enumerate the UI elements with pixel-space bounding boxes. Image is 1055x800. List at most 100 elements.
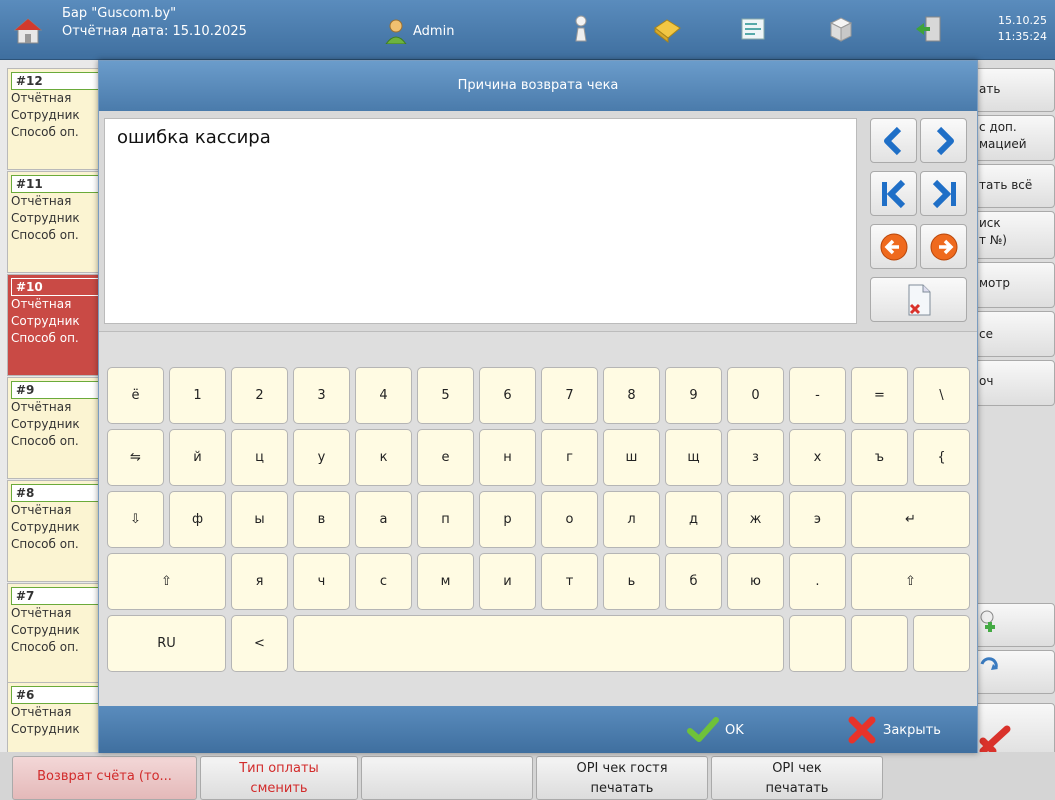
key[interactable]: е	[417, 429, 474, 486]
key[interactable]: а	[355, 491, 412, 548]
cursor-end-button[interactable]	[920, 171, 967, 216]
key[interactable]: 1	[169, 367, 226, 424]
key[interactable]: я	[231, 553, 288, 610]
pawn-icon[interactable]	[566, 14, 596, 44]
shift-right-key[interactable]: ⇧	[851, 553, 970, 610]
cursor-home-button[interactable]	[870, 171, 917, 216]
key[interactable]: 7	[541, 367, 598, 424]
receipt-item-8[interactable]: #8 Отчётная Сотрудник Способ оп.	[7, 480, 100, 582]
return-bill-button[interactable]: Возврат счёта (то...	[12, 756, 197, 800]
user-icon	[385, 19, 407, 44]
key[interactable]: б	[665, 553, 722, 610]
key[interactable]: ь	[603, 553, 660, 610]
tab-key[interactable]: ⇋	[107, 429, 164, 486]
receipt-item-9[interactable]: #9 Отчётная Сотрудник Способ оп.	[7, 377, 100, 479]
blank-key[interactable]	[789, 615, 846, 672]
right-action-button[interactable]: иск т №)	[972, 211, 1055, 259]
clear-text-button[interactable]	[870, 277, 967, 322]
key[interactable]: -	[789, 367, 846, 424]
key[interactable]: ш	[603, 429, 660, 486]
blank-key[interactable]	[851, 615, 908, 672]
box-icon[interactable]	[826, 14, 856, 44]
home-icon[interactable]	[14, 17, 42, 45]
receipt-item-7[interactable]: #7 Отчётная Сотрудник Способ оп.	[7, 583, 100, 685]
print-opi-guest-button[interactable]: OPI чек гостя печатать	[536, 756, 708, 800]
key[interactable]: и	[479, 553, 536, 610]
right-action-button[interactable]: тать всё	[972, 164, 1055, 208]
key[interactable]: э	[789, 491, 846, 548]
right-action-button[interactable]: оч	[972, 360, 1055, 406]
blank-key[interactable]	[913, 615, 970, 672]
key[interactable]: у	[293, 429, 350, 486]
exit-icon[interactable]	[914, 14, 944, 44]
key[interactable]: \	[913, 367, 970, 424]
right-action-button[interactable]: се	[972, 311, 1055, 357]
user-button[interactable]: Admin	[385, 18, 454, 44]
key[interactable]: {	[913, 429, 970, 486]
key[interactable]: т	[541, 553, 598, 610]
key[interactable]: ы	[231, 491, 288, 548]
key[interactable]: 3	[293, 367, 350, 424]
cursor-left-button[interactable]	[870, 118, 917, 163]
key[interactable]: р	[479, 491, 536, 548]
add-button[interactable]	[972, 603, 1055, 647]
key[interactable]: ж	[727, 491, 784, 548]
key[interactable]: 4	[355, 367, 412, 424]
close-button[interactable]: Закрыть	[847, 714, 941, 746]
receipt-number: #9	[11, 381, 99, 399]
ok-button[interactable]: OK	[687, 714, 744, 746]
key[interactable]: щ	[665, 429, 722, 486]
backspace-key[interactable]: <	[231, 615, 288, 672]
key[interactable]: д	[665, 491, 722, 548]
key[interactable]: о	[541, 491, 598, 548]
key[interactable]: в	[293, 491, 350, 548]
key[interactable]: ю	[727, 553, 784, 610]
key[interactable]: й	[169, 429, 226, 486]
caps-lock-key[interactable]: ⇩	[107, 491, 164, 548]
reason-text-input[interactable]: ошибка кассира	[104, 118, 857, 324]
print-opi-button[interactable]: OPI чек печатать	[711, 756, 883, 800]
key[interactable]: 8	[603, 367, 660, 424]
cursor-right-button[interactable]	[920, 118, 967, 163]
key[interactable]: ц	[231, 429, 288, 486]
empty-button[interactable]	[361, 756, 533, 800]
cash-drawer-icon[interactable]	[652, 14, 682, 44]
receipt-item-11[interactable]: #11 Отчётная Сотрудник Способ оп.	[7, 171, 100, 273]
shift-left-key[interactable]: ⇧	[107, 553, 226, 610]
key[interactable]: л	[603, 491, 660, 548]
space-key[interactable]	[293, 615, 784, 672]
key[interactable]: н	[479, 429, 536, 486]
key[interactable]: 0	[727, 367, 784, 424]
key[interactable]: п	[417, 491, 474, 548]
key[interactable]: к	[355, 429, 412, 486]
receipt-item-10-selected[interactable]: #10 Отчётная Сотрудник Способ оп.	[7, 274, 100, 376]
receipt-item-6[interactable]: #6 Отчётная Сотрудник	[7, 682, 100, 760]
key[interactable]: ё	[107, 367, 164, 424]
right-action-button[interactable]: ать	[972, 68, 1055, 112]
key[interactable]: з	[727, 429, 784, 486]
document-icon[interactable]	[738, 14, 768, 44]
key[interactable]: г	[541, 429, 598, 486]
next-button[interactable]	[920, 224, 967, 269]
key[interactable]: 6	[479, 367, 536, 424]
enter-key[interactable]: ↵	[851, 491, 970, 548]
right-action-button[interactable]: мотр	[972, 262, 1055, 308]
refresh-button[interactable]	[972, 650, 1055, 694]
key[interactable]: .	[789, 553, 846, 610]
key[interactable]: =	[851, 367, 908, 424]
change-payment-type-button[interactable]: Тип оплаты сменить	[200, 756, 358, 800]
key[interactable]: ч	[293, 553, 350, 610]
key[interactable]: 9	[665, 367, 722, 424]
key[interactable]: 2	[231, 367, 288, 424]
language-key[interactable]: RU	[107, 615, 226, 672]
key[interactable]: ф	[169, 491, 226, 548]
key[interactable]: х	[789, 429, 846, 486]
key[interactable]: ъ	[851, 429, 908, 486]
key[interactable]: м	[417, 553, 474, 610]
key[interactable]: 5	[417, 367, 474, 424]
receipt-item-12[interactable]: #12 Отчётная Сотрудник Способ оп.	[7, 68, 100, 170]
previous-button[interactable]	[870, 224, 917, 269]
receipt-line: Отчётная	[11, 705, 72, 719]
right-action-button[interactable]: с доп. мацией	[972, 115, 1055, 161]
key[interactable]: с	[355, 553, 412, 610]
